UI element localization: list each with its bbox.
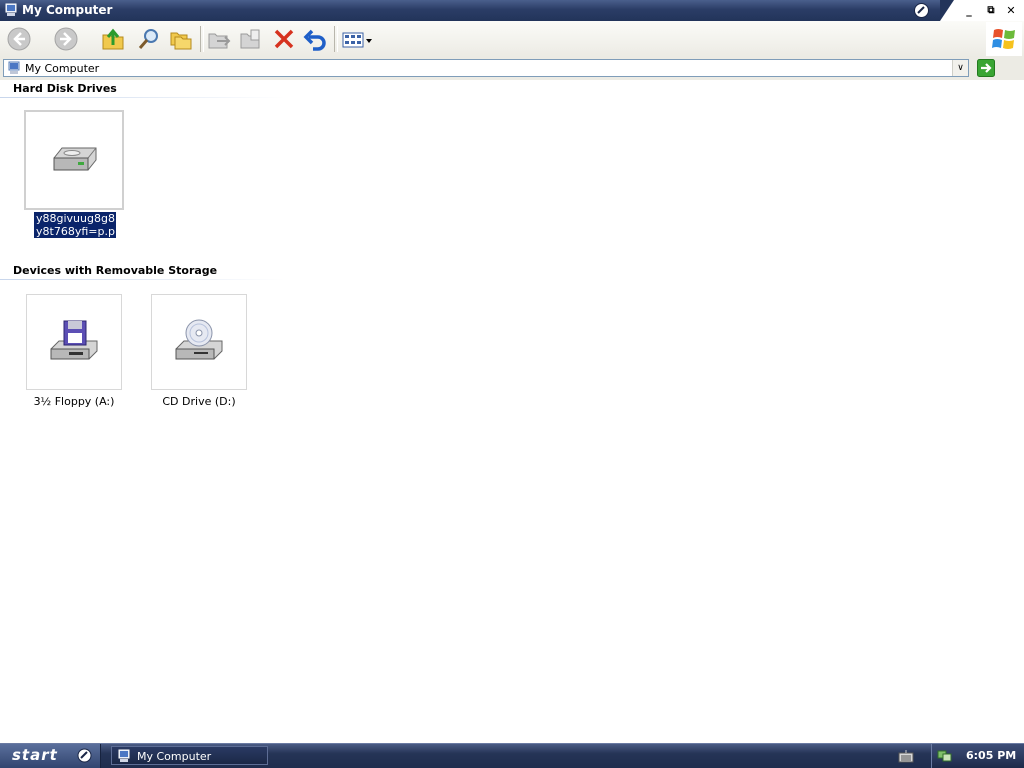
views-button[interactable] (340, 25, 376, 53)
start-badge-icon (77, 748, 92, 763)
group-divider (0, 279, 285, 280)
cd-drive-tile[interactable] (151, 294, 247, 390)
floppy-drive-tile[interactable] (26, 294, 122, 390)
search-icon (138, 29, 158, 49)
group-divider (0, 97, 285, 98)
windows-logo (986, 22, 1022, 56)
undo-icon (303, 29, 326, 51)
back-icon (7, 27, 31, 51)
help-badge-icon[interactable] (914, 3, 929, 18)
hard-drive-label-line-1: y88givuug8g8 (36, 212, 115, 225)
my-computer-icon (5, 3, 17, 16)
address-dropdown-button[interactable]: ∨ (952, 60, 968, 76)
folders-icon (170, 32, 192, 50)
toolbar-separator (200, 26, 204, 52)
hard-drive-label-line-2: y8t768yfi=p.p (36, 225, 115, 238)
address-input[interactable]: My Computer ∨ (3, 59, 969, 77)
views-icon (342, 32, 372, 48)
my-computer-icon (118, 749, 130, 762)
taskbar-item-label: My Computer (137, 750, 212, 763)
restore-button[interactable]: ⧉ (982, 2, 1000, 19)
taskbar-item-my-computer[interactable]: My Computer (111, 746, 268, 765)
title-bar-background: My Computer (0, 0, 954, 21)
go-arrow-icon[interactable] (977, 59, 995, 77)
keyboard-icon[interactable] (898, 748, 914, 764)
window-title: My Computer (22, 3, 113, 17)
hard-drive-tile[interactable] (24, 110, 124, 210)
move-to-button[interactable] (205, 25, 233, 53)
minimize-button[interactable]: _ (960, 2, 978, 19)
undo-button[interactable] (301, 25, 329, 53)
hard-drive-icon (53, 147, 97, 171)
copy-to-icon (240, 29, 260, 49)
clock[interactable]: 6:05 PM (966, 749, 1016, 762)
delete-button[interactable] (270, 25, 298, 53)
windows-flag-icon (992, 29, 1015, 49)
toolbar-separator (334, 26, 338, 52)
floppy-drive-icon (50, 320, 98, 360)
start-button[interactable]: start (0, 744, 101, 768)
my-computer-icon (8, 61, 20, 74)
system-tray: 6:05 PM (931, 744, 1024, 768)
search-button[interactable] (135, 25, 163, 53)
floppy-drive-label[interactable]: 3½ Floppy (A:) (22, 395, 126, 408)
address-value: My Computer (25, 62, 100, 75)
move-to-icon (208, 33, 231, 49)
back-button[interactable] (5, 25, 33, 53)
group-header-hard-disk-drives: Hard Disk Drives (13, 82, 117, 95)
up-folder-button[interactable] (99, 25, 127, 53)
up-folder-icon (102, 28, 124, 50)
start-label: start (12, 746, 58, 764)
folders-button[interactable] (167, 25, 195, 53)
taskbar: start My Computer 6:05 PM (0, 743, 1024, 768)
title-bar[interactable]: My Computer _ ⧉ ✕ (0, 0, 1024, 21)
network-icon[interactable] (937, 748, 952, 763)
forward-button[interactable] (52, 25, 80, 53)
cd-drive-icon (175, 319, 223, 360)
delete-icon (274, 29, 294, 49)
close-button[interactable]: ✕ (1002, 2, 1020, 19)
cd-drive-label[interactable]: CD Drive (D:) (147, 395, 251, 408)
hard-drive-label[interactable]: y88givuug8g8 y8t768yfi=p.p (33, 211, 117, 239)
group-header-removable-storage: Devices with Removable Storage (13, 264, 218, 277)
forward-icon (54, 27, 78, 51)
copy-to-button[interactable] (237, 25, 265, 53)
address-bar: My Computer ∨ (0, 57, 1024, 80)
toolbar (0, 21, 1024, 57)
